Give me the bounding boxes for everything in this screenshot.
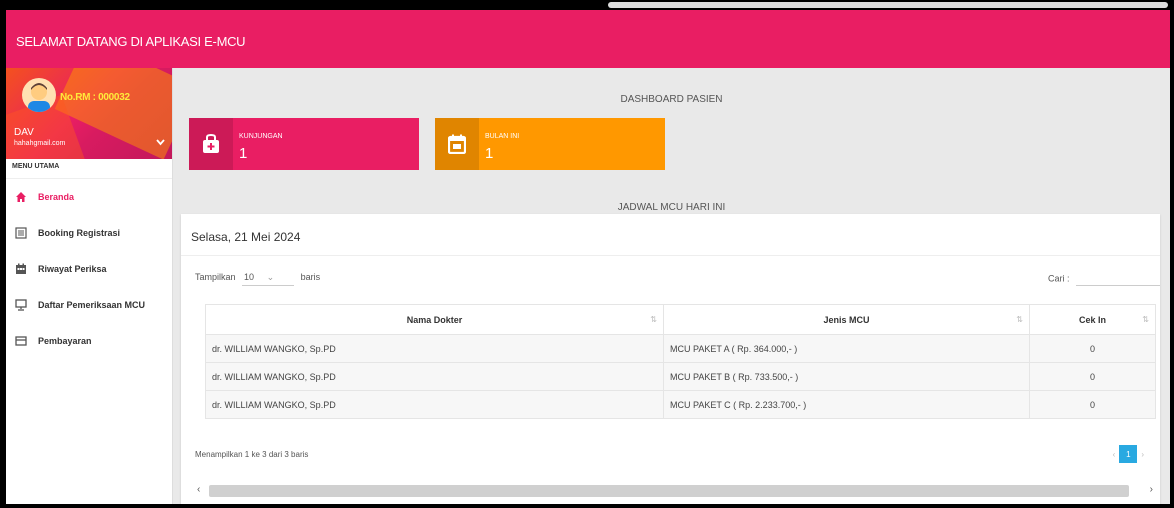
table-row: dr. WILLIAM WANGKO, Sp.PD MCU PAKET C ( … bbox=[205, 390, 1156, 419]
sidebar-item-label: Booking Registrasi bbox=[38, 228, 121, 238]
cell-mcu-type: MCU PAKET C ( Rp. 2.233.700,- ) bbox=[663, 390, 1030, 419]
sidebar-item-booking-registrasi[interactable]: Booking Registrasi bbox=[6, 215, 172, 251]
page-length-select[interactable]: 10 ⌄ bbox=[242, 272, 295, 286]
schedule-table: Nama Dokter ⇅ Jenis MCU ⇅ Cek In ⇅ dr. WILL… bbox=[205, 304, 1156, 419]
calendar-icon bbox=[435, 118, 479, 170]
chevron-down-icon[interactable] bbox=[156, 138, 165, 149]
sidebar-item-riwayat-periksa[interactable]: Riwayat Periksa bbox=[6, 251, 172, 287]
monitor-icon bbox=[14, 298, 28, 312]
table-info: Menampilkan 1 ke 3 dari 3 baris bbox=[195, 450, 309, 459]
pagination: ‹ 1 › bbox=[1113, 445, 1144, 463]
app-title: SELAMAT DATANG DI APLIKASI E-MCU bbox=[16, 34, 246, 49]
sort-icon: ⇅ bbox=[1142, 315, 1149, 324]
medical-record-number: No.RM : 000032 bbox=[60, 92, 130, 103]
table-row: dr. WILLIAM WANGKO, Sp.PD MCU PAKET A ( … bbox=[205, 334, 1156, 363]
main-content: DASHBOARD PASIEN KUNJUNGAN 1 BULAN INI 1… bbox=[173, 68, 1170, 504]
schedule-panel: Selasa, 21 Mei 2024 Tampilkan 10 ⌄ baris… bbox=[181, 214, 1160, 504]
cell-doctor: dr. WILLIAM WANGKO, Sp.PD bbox=[205, 390, 664, 419]
stat-value: 1 bbox=[485, 145, 494, 162]
list-icon bbox=[14, 226, 28, 240]
search-control: Cari : bbox=[1048, 272, 1160, 286]
window-topbar bbox=[600, 0, 1174, 10]
cell-check-in: 0 bbox=[1029, 334, 1156, 363]
horizontal-scrollbar[interactable]: ‹ › bbox=[195, 484, 1157, 498]
card-icon bbox=[14, 334, 28, 348]
column-header-nama-dokter[interactable]: Nama Dokter ⇅ bbox=[205, 304, 664, 335]
page-title: DASHBOARD PASIEN bbox=[620, 94, 723, 105]
table-row: dr. WILLIAM WANGKO, Sp.PD MCU PAKET B ( … bbox=[205, 362, 1156, 391]
rows-label: baris bbox=[300, 272, 321, 282]
prev-page-icon[interactable]: ‹ bbox=[1113, 450, 1116, 459]
schedule-title: JADWAL MCU HARI INI bbox=[617, 202, 726, 213]
menu-header: MENU UTAMA bbox=[6, 159, 172, 179]
search-label: Cari : bbox=[1047, 273, 1070, 284]
sort-icon: ⇅ bbox=[650, 315, 657, 324]
sidebar-item-label: Beranda bbox=[38, 192, 75, 202]
app-window: SELAMAT DATANG DI APLIKASI E-MCU No.RM :… bbox=[6, 10, 1170, 504]
stat-label: KUNJUNGAN bbox=[239, 133, 283, 140]
stat-label: BULAN INI bbox=[485, 133, 520, 140]
medical-bag-icon bbox=[189, 118, 233, 170]
cell-doctor: dr. WILLIAM WANGKO, Sp.PD bbox=[205, 362, 664, 391]
cell-check-in: 0 bbox=[1029, 390, 1156, 419]
show-label: Tampilkan bbox=[195, 272, 236, 282]
sidebar-item-label: Pembayaran bbox=[38, 336, 92, 346]
scroll-left-icon[interactable]: ‹ bbox=[197, 484, 200, 495]
profile-panel: No.RM : 000032 DAV hahahgmail.com bbox=[6, 68, 172, 159]
app-header: SELAMAT DATANG DI APLIKASI E-MCU bbox=[6, 10, 1170, 68]
sidebar: No.RM : 000032 DAV hahahgmail.com MENU U… bbox=[6, 68, 173, 504]
cell-check-in: 0 bbox=[1029, 362, 1156, 391]
cell-doctor: dr. WILLIAM WANGKO, Sp.PD bbox=[205, 334, 664, 363]
sidebar-item-beranda[interactable]: Beranda bbox=[6, 179, 172, 215]
cell-mcu-type: MCU PAKET B ( Rp. 733.500,- ) bbox=[663, 362, 1030, 391]
scrollbar-thumb[interactable] bbox=[209, 485, 1129, 497]
stat-card-kunjungan: KUNJUNGAN 1 bbox=[189, 118, 419, 170]
home-icon bbox=[14, 190, 28, 204]
calendar-grid-icon bbox=[14, 262, 28, 276]
column-header-jenis-mcu[interactable]: Jenis MCU ⇅ bbox=[663, 304, 1030, 335]
stat-value: 1 bbox=[239, 145, 248, 162]
sidebar-item-daftar-pemeriksaan-mcu[interactable]: Daftar Pemeriksaan MCU bbox=[6, 287, 172, 323]
page-button-1[interactable]: 1 bbox=[1119, 445, 1138, 463]
schedule-date: Selasa, 21 Mei 2024 bbox=[181, 214, 1160, 256]
scroll-right-icon[interactable]: › bbox=[1150, 484, 1153, 495]
next-page-icon[interactable]: › bbox=[1141, 450, 1144, 459]
sidebar-item-label: Riwayat Periksa bbox=[38, 264, 107, 274]
sidebar-item-label: Daftar Pemeriksaan MCU bbox=[38, 300, 146, 310]
stat-card-bulan-ini: BULAN INI 1 bbox=[435, 118, 665, 170]
user-email: hahahgmail.com bbox=[14, 140, 66, 147]
user-name: DAV bbox=[14, 127, 34, 138]
sort-icon: ⇅ bbox=[1016, 315, 1023, 324]
column-header-cek-in[interactable]: Cek In ⇅ bbox=[1029, 304, 1156, 335]
cell-mcu-type: MCU PAKET A ( Rp. 364.000,- ) bbox=[663, 334, 1030, 363]
page-length-control: Tampilkan 10 ⌄ baris bbox=[195, 272, 320, 286]
search-input[interactable] bbox=[1076, 272, 1160, 286]
sidebar-item-pembayaran[interactable]: Pembayaran bbox=[6, 323, 172, 359]
avatar bbox=[22, 78, 56, 112]
